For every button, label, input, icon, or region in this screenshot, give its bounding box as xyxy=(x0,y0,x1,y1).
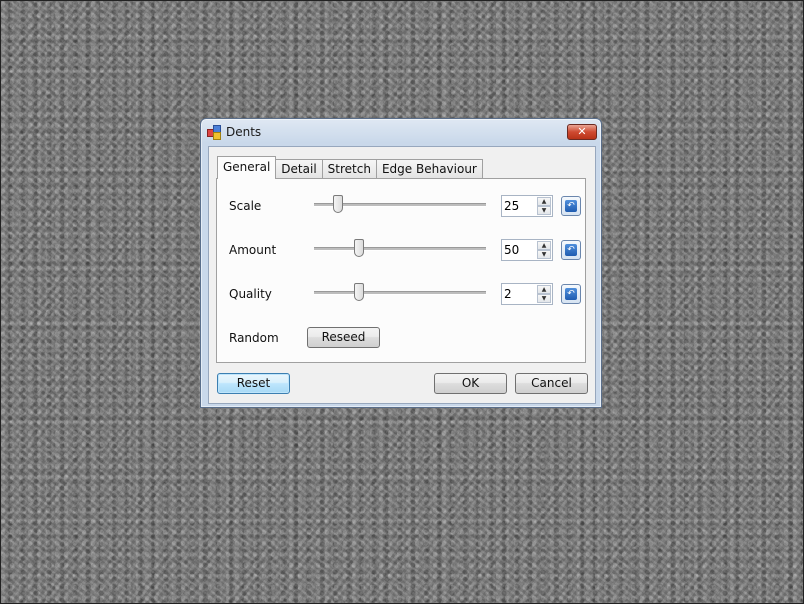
ok-button[interactable]: OK xyxy=(434,373,507,394)
quality-label: Quality xyxy=(229,287,272,301)
amount-slider[interactable] xyxy=(314,239,486,259)
reseed-button[interactable]: Reseed xyxy=(307,327,380,348)
amount-spinbox: ▲ ▼ xyxy=(501,239,553,261)
general-tab-panel: Scale ▲ ▼ ↶ Amount xyxy=(216,178,586,363)
dents-app-icon xyxy=(207,125,221,140)
amount-label: Amount xyxy=(229,243,277,257)
scale-spinbox: ▲ ▼ xyxy=(501,195,553,217)
scale-down-arrow-icon[interactable]: ▼ xyxy=(537,206,551,215)
scale-slider[interactable] xyxy=(314,195,486,215)
close-button[interactable]: ✕ xyxy=(567,124,597,140)
quality-value-input[interactable] xyxy=(504,286,536,302)
cancel-button[interactable]: Cancel xyxy=(515,373,588,394)
reset-arrow-icon: ↶ xyxy=(565,288,577,300)
tab-general[interactable]: General xyxy=(217,156,277,179)
quality-slider[interactable] xyxy=(314,283,486,303)
quality-slider-track xyxy=(314,291,486,295)
tab-stretch[interactable]: Stretch xyxy=(321,159,377,179)
amount-reset-button[interactable]: ↶ xyxy=(561,240,581,260)
tab-detail[interactable]: Detail xyxy=(275,159,323,179)
scale-label: Scale xyxy=(229,199,262,213)
scale-value-input[interactable] xyxy=(504,198,536,214)
quality-reset-button[interactable]: ↶ xyxy=(561,284,581,304)
tab-strip: General Detail Stretch Edge Behaviour xyxy=(217,156,483,179)
reset-arrow-icon: ↶ xyxy=(565,244,577,256)
random-label: Random xyxy=(229,331,279,345)
window-title: Dents xyxy=(226,125,262,139)
scale-reset-button[interactable]: ↶ xyxy=(561,196,581,216)
scale-up-arrow-icon[interactable]: ▲ xyxy=(537,197,551,206)
title-bar[interactable]: Dents ✕ xyxy=(201,119,601,145)
dents-dialog: Dents ✕ General Detail Stretch Edge Beha… xyxy=(200,118,602,408)
amount-up-arrow-icon[interactable]: ▲ xyxy=(537,241,551,250)
scale-slider-thumb[interactable] xyxy=(333,195,344,213)
amount-value-input[interactable] xyxy=(504,242,536,258)
quality-down-arrow-icon[interactable]: ▼ xyxy=(537,294,551,303)
reset-arrow-icon: ↶ xyxy=(565,200,577,212)
reset-button[interactable]: Reset xyxy=(217,373,290,394)
quality-slider-thumb[interactable] xyxy=(353,283,364,301)
amount-slider-track xyxy=(314,247,486,251)
tab-edge-behaviour[interactable]: Edge Behaviour xyxy=(375,159,483,179)
dialog-client-area: General Detail Stretch Edge Behaviour Sc… xyxy=(208,146,596,404)
amount-down-arrow-icon[interactable]: ▼ xyxy=(537,250,551,259)
amount-slider-thumb[interactable] xyxy=(353,239,364,257)
quality-spinbox: ▲ ▼ xyxy=(501,283,553,305)
quality-up-arrow-icon[interactable]: ▲ xyxy=(537,285,551,294)
